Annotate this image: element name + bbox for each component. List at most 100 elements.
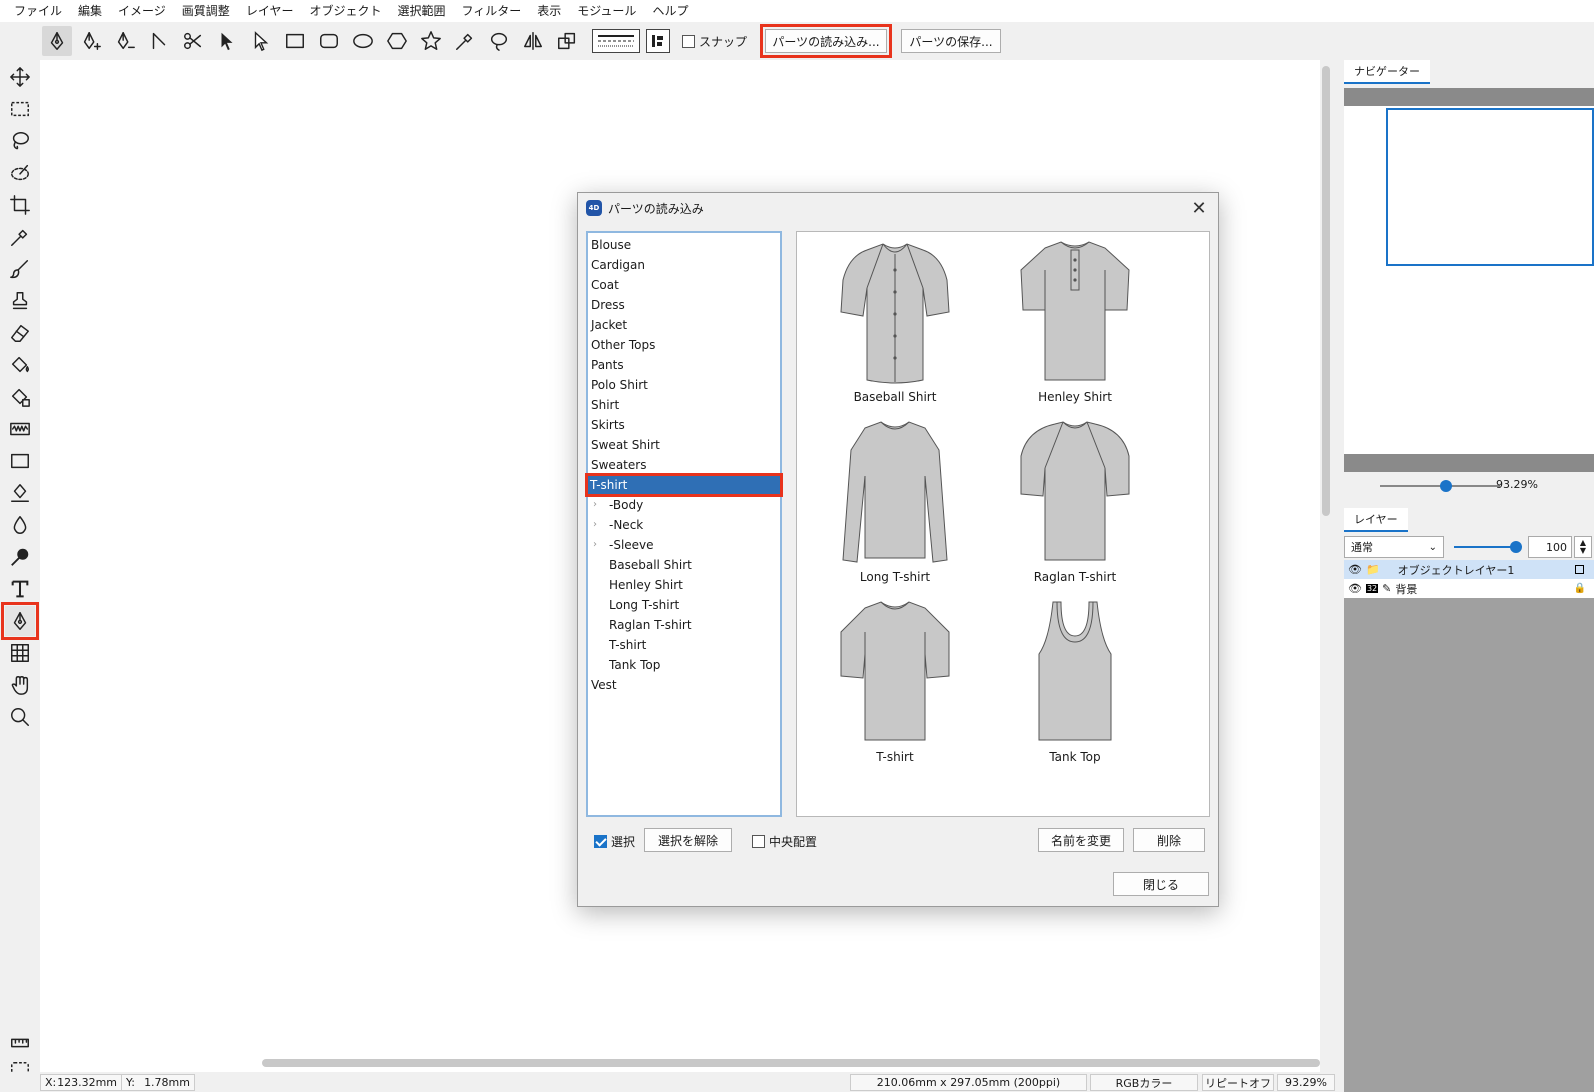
category-list[interactable]: Blouse Cardigan Coat Dress Jacket Other Tops P…: [585, 231, 783, 817]
move-tool-icon[interactable]: [5, 62, 35, 92]
direct-select-arrow-icon[interactable]: [246, 26, 276, 56]
category-item[interactable]: Skirts: [588, 415, 780, 435]
corner-icon[interactable]: [144, 26, 174, 56]
align-button[interactable]: [646, 29, 670, 53]
fill-bucket-tool-icon[interactable]: [5, 350, 35, 380]
opacity-spinner[interactable]: ▲ ▼: [1574, 536, 1592, 558]
blend-mode-select[interactable]: 通常 ⌄: [1344, 536, 1444, 558]
flip-icon[interactable]: [518, 26, 548, 56]
snap-checkbox[interactable]: スナップ: [682, 33, 747, 50]
zoom-tool-icon[interactable]: [5, 702, 35, 732]
pen-remove-icon[interactable]: [110, 26, 140, 56]
stroke-style-button[interactable]: [592, 29, 640, 53]
pen-edit-tool-icon[interactable]: [5, 478, 35, 508]
menu-item[interactable]: 選択範囲: [389, 0, 453, 22]
rename-button[interactable]: 名前を変更: [1038, 828, 1124, 852]
opacity-slider[interactable]: [1454, 546, 1516, 548]
expand-arrow-icon[interactable]: ›: [593, 515, 597, 535]
star-icon[interactable]: [416, 26, 446, 56]
category-item[interactable]: Other Tops: [588, 335, 780, 355]
menu-item[interactable]: 画質調整: [174, 0, 238, 22]
repeat-status[interactable]: リピートオフ: [1202, 1074, 1274, 1091]
layer-row-background[interactable]: 👁 32 ✎ 背景 🔒: [1344, 579, 1594, 598]
eye-icon[interactable]: 👁: [1348, 563, 1362, 576]
eye-icon[interactable]: 👁: [1348, 582, 1362, 595]
spin-down-icon[interactable]: ▼: [1580, 547, 1586, 555]
tab-navigator[interactable]: ナビゲーター: [1344, 60, 1430, 84]
select-checkbox[interactable]: 選択: [594, 833, 635, 850]
part-thumbnail[interactable]: Henley Shirt: [985, 240, 1165, 404]
drop-tool-icon[interactable]: [5, 510, 35, 540]
part-thumbnail[interactable]: Baseball Shirt: [805, 240, 985, 404]
text-tool-icon[interactable]: [5, 574, 35, 604]
menu-item[interactable]: ヘルプ: [644, 0, 696, 22]
category-item[interactable]: Vest: [588, 675, 780, 695]
category-item[interactable]: › -Sleeve: [588, 535, 780, 555]
wave-tool-icon[interactable]: [5, 414, 35, 444]
navigator-zoom-knob[interactable]: [1440, 480, 1452, 492]
lock-icon[interactable]: 🔒: [1574, 583, 1586, 594]
eyedropper-icon[interactable]: [450, 26, 480, 56]
hand-tool-icon[interactable]: [5, 670, 35, 700]
magic-select-tool-icon[interactable]: [5, 158, 35, 188]
category-item[interactable]: Shirt: [588, 395, 780, 415]
checkbox-checked-icon[interactable]: [594, 835, 607, 848]
menu-item[interactable]: ファイル: [6, 0, 70, 22]
menu-item[interactable]: 表示: [529, 0, 569, 22]
menu-item[interactable]: レイヤー: [238, 0, 302, 22]
category-item[interactable]: Sweat Shirt: [588, 435, 780, 455]
pen-add-icon[interactable]: [76, 26, 106, 56]
pen-tool-tool-icon[interactable]: [1, 602, 39, 640]
navigator-viewport-rect[interactable]: [1386, 108, 1594, 266]
dodge-tool-icon[interactable]: [5, 542, 35, 572]
category-item[interactable]: Polo Shirt: [588, 375, 780, 395]
brush-tool-icon[interactable]: [5, 254, 35, 284]
category-item[interactable]: Pants: [588, 355, 780, 375]
category-item[interactable]: Jacket: [588, 315, 780, 335]
ruler-tool-icon[interactable]: [5, 1028, 35, 1058]
rectangle-tool-icon[interactable]: [5, 446, 35, 476]
rect-select-tool-icon[interactable]: [5, 94, 35, 124]
stamp-tool-icon[interactable]: [5, 286, 35, 316]
eyedropper-tool-icon[interactable]: [5, 222, 35, 252]
menu-item[interactable]: フィルター: [453, 0, 529, 22]
eraser-tool-icon[interactable]: [5, 318, 35, 348]
tab-layers[interactable]: レイヤー: [1344, 508, 1408, 532]
expand-arrow-icon[interactable]: ›: [593, 495, 597, 515]
category-item[interactable]: Henley Shirt: [588, 575, 780, 595]
category-item[interactable]: Baseball Shirt: [588, 555, 780, 575]
lasso-tool-icon[interactable]: [5, 126, 35, 156]
category-item[interactable]: Coat: [588, 275, 780, 295]
pen-tool-icon[interactable]: [42, 26, 72, 56]
menu-item[interactable]: オブジェクト: [301, 0, 389, 22]
hexagon-icon[interactable]: [382, 26, 412, 56]
menu-item[interactable]: イメージ: [110, 0, 174, 22]
category-item[interactable]: Long T-shirt: [588, 595, 780, 615]
crop-tool-icon[interactable]: [5, 190, 35, 220]
gradient-fill-tool-icon[interactable]: [5, 382, 35, 412]
part-thumbnail[interactable]: T-shirt: [805, 600, 985, 764]
menu-item[interactable]: 編集: [70, 0, 110, 22]
close-button[interactable]: 閉じる: [1113, 872, 1209, 896]
load-parts-button[interactable]: パーツの読み込み...: [760, 24, 893, 58]
expand-arrow-icon[interactable]: ›: [593, 535, 597, 555]
save-parts-button[interactable]: パーツの保存...: [901, 29, 1002, 53]
rounded-rectangle-icon[interactable]: [314, 26, 344, 56]
checkbox-unchecked-icon[interactable]: [682, 34, 695, 48]
category-item[interactable]: T-shirt: [585, 473, 783, 497]
scissors-icon[interactable]: [178, 26, 208, 56]
select-arrow-icon[interactable]: [212, 26, 242, 56]
center-checkbox[interactable]: 中央配置: [752, 833, 817, 850]
category-item[interactable]: Sweaters: [588, 455, 780, 475]
category-item[interactable]: › -Body: [588, 495, 780, 515]
navigator-preview[interactable]: [1344, 88, 1594, 472]
delete-button[interactable]: 削除: [1133, 828, 1205, 852]
ellipse-icon[interactable]: [348, 26, 378, 56]
lasso-bubble-icon[interactable]: [484, 26, 514, 56]
part-thumbnail[interactable]: Tank Top: [985, 600, 1165, 764]
category-item[interactable]: T-shirt: [588, 635, 780, 655]
category-item[interactable]: Blouse: [588, 235, 780, 255]
parts-gallery[interactable]: Baseball Shirt Henley Shirt Long T-shirt…: [796, 231, 1210, 817]
category-item[interactable]: › -Neck: [588, 515, 780, 535]
vertical-scrollbar[interactable]: [1322, 66, 1330, 516]
